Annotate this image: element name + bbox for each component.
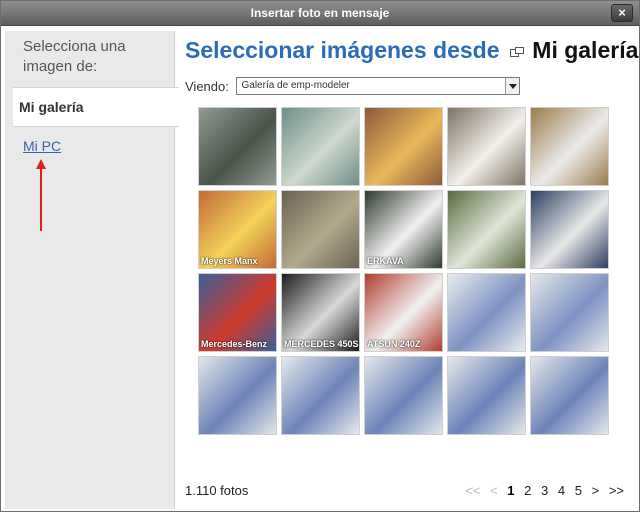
chevron-down-icon[interactable] bbox=[505, 78, 520, 94]
pager-page-5[interactable]: 5 bbox=[575, 483, 582, 498]
photo-thumbnail[interactable] bbox=[530, 190, 609, 269]
photo-thumbnail[interactable]: ATSUN 240Z bbox=[364, 273, 443, 352]
photo-thumbnail[interactable] bbox=[447, 356, 526, 435]
insert-photo-dialog: Insertar foto en mensaje × Selecciona un… bbox=[0, 0, 640, 512]
page-title: Seleccionar imágenes desde Mi galería bbox=[185, 37, 638, 64]
page-title-source: Mi galería bbox=[532, 37, 639, 63]
pager-page-3[interactable]: 3 bbox=[541, 483, 548, 498]
pager-next-button[interactable]: > bbox=[592, 483, 600, 498]
pager-page-4[interactable]: 4 bbox=[558, 483, 565, 498]
pagination: << < 1 2 3 4 5 > >> bbox=[459, 483, 624, 498]
page-title-prefix: Seleccionar imágenes desde bbox=[185, 37, 500, 63]
photo-thumbnail[interactable] bbox=[447, 107, 526, 186]
photo-thumbnail[interactable] bbox=[281, 356, 360, 435]
thumbnail-grid: Meyers Manx ERKAVA Mercedes-Benz MERCEDES 4… bbox=[198, 107, 614, 439]
photo-thumbnail[interactable] bbox=[364, 356, 443, 435]
viewing-label: Viendo: bbox=[185, 78, 229, 94]
sidebar-item-mi-pc[interactable]: Mi PC bbox=[23, 138, 61, 154]
sidebar-heading: Selecciona una imagen de: bbox=[23, 38, 126, 75]
gallery-select-value: Galería de emp-modeler bbox=[241, 80, 350, 91]
photo-count: 1.110 fotos bbox=[185, 483, 249, 498]
photo-thumbnail[interactable]: ERKAVA bbox=[364, 190, 443, 269]
photo-thumbnail[interactable] bbox=[281, 107, 360, 186]
thumbnail-caption: MERCEDES 450SLC bbox=[284, 339, 359, 349]
thumbnail-caption: ATSUN 240Z bbox=[367, 339, 421, 349]
photo-thumbnail[interactable] bbox=[364, 107, 443, 186]
pager-page-2[interactable]: 2 bbox=[524, 483, 531, 498]
photo-thumbnail[interactable] bbox=[447, 273, 526, 352]
annotation-arrow-icon bbox=[36, 159, 46, 231]
main-panel: Seleccionar imágenes desde Mi galería Vi… bbox=[176, 31, 638, 509]
photo-thumbnail[interactable] bbox=[447, 190, 526, 269]
thumbnail-caption: Mercedes-Benz bbox=[201, 339, 268, 349]
dialog-title: Insertar foto en mensaje bbox=[250, 6, 390, 20]
link-icon bbox=[509, 46, 524, 57]
title-bar: Insertar foto en mensaje × bbox=[1, 1, 639, 26]
photo-thumbnail[interactable] bbox=[198, 356, 277, 435]
sidebar-item-mi-galeria[interactable]: Mi galería bbox=[13, 87, 179, 127]
photo-thumbnail[interactable]: Mercedes-Benz bbox=[198, 273, 277, 352]
photo-thumbnail[interactable] bbox=[281, 190, 360, 269]
source-sidebar: Selecciona una imagen de: Mi galería Mi … bbox=[5, 31, 179, 509]
viewing-row: Viendo: Galería de emp-modeler bbox=[185, 77, 521, 95]
photo-thumbnail[interactable] bbox=[530, 356, 609, 435]
pager-last-button[interactable]: >> bbox=[609, 483, 624, 498]
photo-thumbnail[interactable]: MERCEDES 450SLC bbox=[281, 273, 360, 352]
pager-page-1: 1 bbox=[507, 483, 515, 498]
photo-thumbnail[interactable] bbox=[530, 273, 609, 352]
thumbnail-caption: ERKAVA bbox=[367, 256, 404, 266]
photo-thumbnail[interactable]: Meyers Manx bbox=[198, 190, 277, 269]
gallery-select[interactable]: Galería de emp-modeler bbox=[236, 77, 521, 95]
pager-first-button: << bbox=[465, 483, 481, 498]
thumbnail-caption: Meyers Manx bbox=[201, 256, 258, 266]
close-button[interactable]: × bbox=[611, 4, 633, 22]
pager-prev-button: < bbox=[490, 483, 498, 498]
photo-thumbnail[interactable] bbox=[530, 107, 609, 186]
photo-thumbnail[interactable] bbox=[198, 107, 277, 186]
